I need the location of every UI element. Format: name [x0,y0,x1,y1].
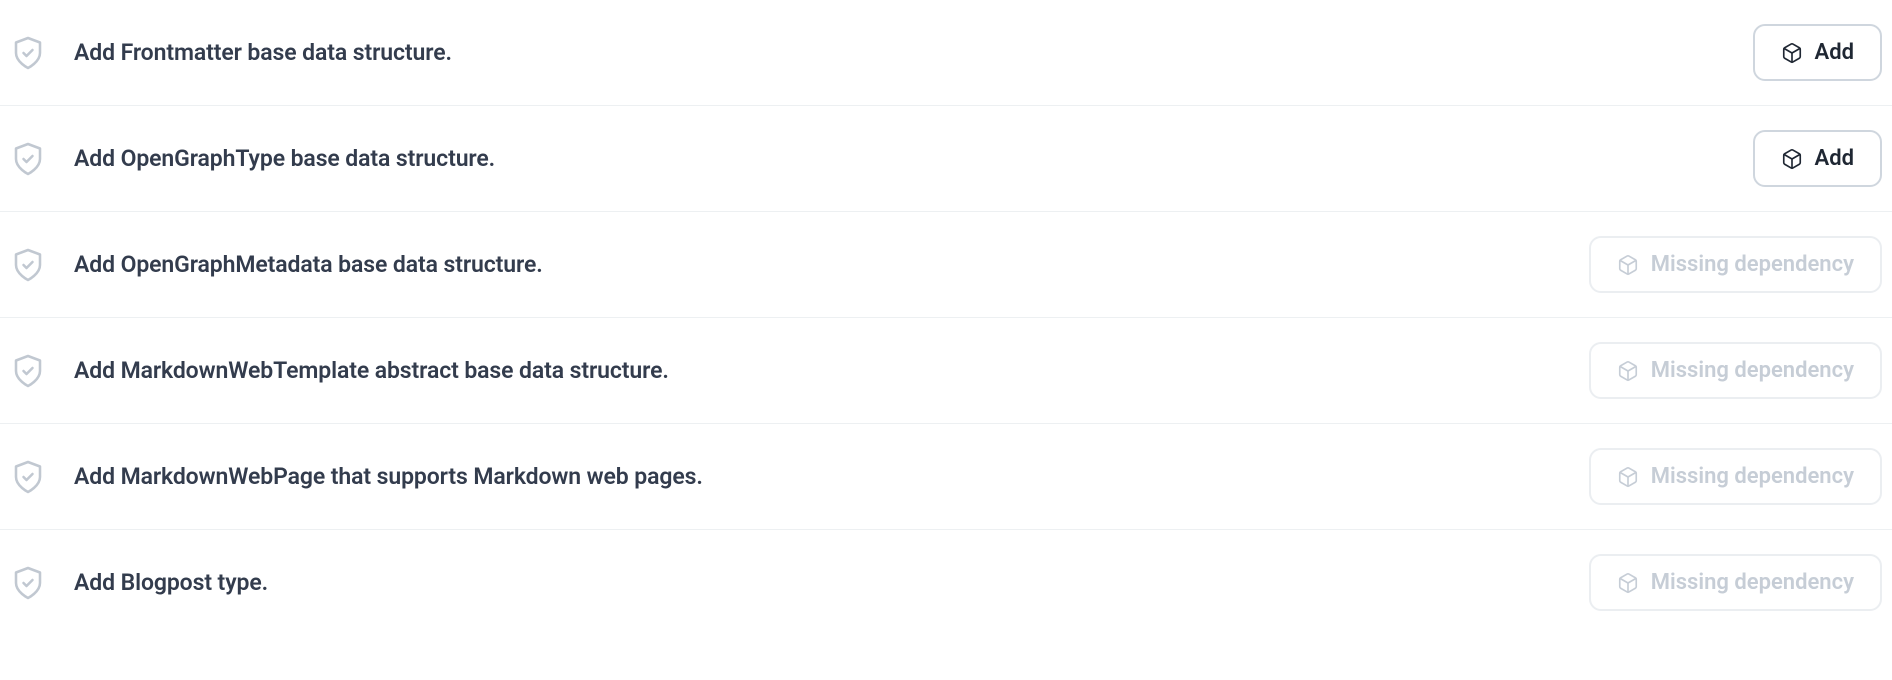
cube-icon [1617,360,1639,382]
action-wrap: Add [1753,130,1882,187]
cube-icon [1781,42,1803,64]
missing-dependency-button: Missing dependency [1589,236,1882,293]
action-wrap: Missing dependency [1589,236,1882,293]
shield-check-icon [10,565,46,601]
item-title: Add Frontmatter base data structure. [74,39,1733,66]
list-item: Add Blogpost type. Missing dependency [0,530,1892,635]
shield-check-icon [10,35,46,71]
list-item: Add OpenGraphMetadata base data structur… [0,212,1892,318]
add-button[interactable]: Add [1753,130,1882,187]
button-label: Missing dependency [1651,570,1854,595]
list-item: Add MarkdownWebTemplate abstract base da… [0,318,1892,424]
action-wrap: Add [1753,24,1882,81]
cube-icon [1617,254,1639,276]
cube-icon [1781,148,1803,170]
missing-dependency-button: Missing dependency [1589,554,1882,611]
button-label: Add [1815,146,1854,171]
shield-check-icon [10,141,46,177]
shield-check-icon [10,353,46,389]
list-item: Add Frontmatter base data structure. Add [0,0,1892,106]
shield-check-icon [10,459,46,495]
task-list: Add Frontmatter base data structure. Add [0,0,1892,635]
item-title: Add MarkdownWebPage that supports Markdo… [74,463,1569,490]
button-label: Missing dependency [1651,358,1854,383]
add-button[interactable]: Add [1753,24,1882,81]
action-wrap: Missing dependency [1589,448,1882,505]
button-label: Missing dependency [1651,464,1854,489]
item-title: Add Blogpost type. [74,569,1569,596]
item-title: Add OpenGraphType base data structure. [74,145,1733,172]
missing-dependency-button: Missing dependency [1589,342,1882,399]
item-title: Add OpenGraphMetadata base data structur… [74,251,1569,278]
action-wrap: Missing dependency [1589,554,1882,611]
button-label: Add [1815,40,1854,65]
shield-check-icon [10,247,46,283]
list-item: Add OpenGraphType base data structure. A… [0,106,1892,212]
cube-icon [1617,466,1639,488]
button-label: Missing dependency [1651,252,1854,277]
item-title: Add MarkdownWebTemplate abstract base da… [74,357,1569,384]
cube-icon [1617,572,1639,594]
missing-dependency-button: Missing dependency [1589,448,1882,505]
list-item: Add MarkdownWebPage that supports Markdo… [0,424,1892,530]
action-wrap: Missing dependency [1589,342,1882,399]
